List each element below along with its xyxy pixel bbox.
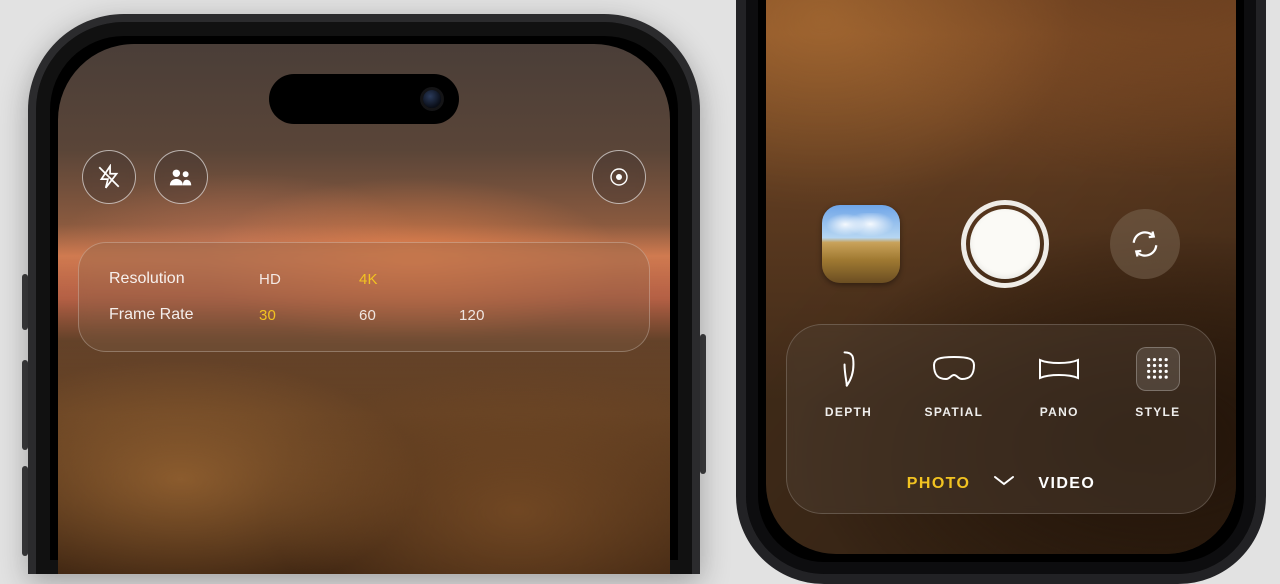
resolution-option-4k[interactable]: 4K <box>359 271 459 288</box>
mode-label: STYLE <box>1135 405 1180 419</box>
mode-style[interactable]: STYLE <box>1135 347 1180 419</box>
shutter-button[interactable] <box>961 200 1049 288</box>
framerate-label: Frame Rate <box>109 306 259 324</box>
resolution-label: Resolution <box>109 270 259 288</box>
mode-label: DEPTH <box>825 405 872 419</box>
capture-mode-video[interactable]: VIDEO <box>1038 475 1095 493</box>
mode-depth[interactable]: DEPTH <box>822 347 876 419</box>
depth-icon <box>822 347 876 391</box>
mode-label: PANO <box>1040 405 1079 419</box>
phone-frame-left: Resolution HD 4K Frame Rate 30 60 120 <box>28 14 700 574</box>
camera-viewfinder: Resolution HD 4K Frame Rate 30 60 120 <box>58 44 670 574</box>
shutter-inner <box>970 209 1040 279</box>
framerate-option-60[interactable]: 60 <box>359 307 459 324</box>
camera-viewfinder: DEPTH SPATIAL <box>766 0 1236 554</box>
pano-icon <box>1032 347 1086 391</box>
target-icon <box>607 165 631 189</box>
phone-frame-right: DEPTH SPATIAL <box>736 0 1276 584</box>
filters-toggle[interactable] <box>592 150 646 204</box>
front-camera-icon <box>423 90 441 108</box>
side-button <box>700 334 706 474</box>
video-settings-panel: Resolution HD 4K Frame Rate 30 60 120 <box>78 242 650 352</box>
camera-flip-icon <box>1130 229 1160 259</box>
style-icon <box>1136 347 1180 391</box>
gallery-thumbnail[interactable] <box>822 205 900 283</box>
framerate-option-30[interactable]: 30 <box>259 307 359 324</box>
mode-pano[interactable]: PANO <box>1032 347 1086 419</box>
people-toggle[interactable] <box>154 150 208 204</box>
chevron-down-icon <box>992 474 1016 493</box>
capture-mode-photo[interactable]: PHOTO <box>907 475 971 493</box>
spatial-icon <box>927 347 981 391</box>
camera-flip-button[interactable] <box>1110 209 1180 279</box>
resolution-option-hd[interactable]: HD <box>259 271 359 288</box>
mode-spatial[interactable]: SPATIAL <box>925 347 984 419</box>
flash-toggle[interactable] <box>82 150 136 204</box>
mode-panel: DEPTH SPATIAL <box>786 324 1216 514</box>
framerate-option-120[interactable]: 120 <box>459 307 559 324</box>
mode-label: SPATIAL <box>925 405 984 419</box>
flash-off-icon <box>96 164 122 190</box>
people-icon <box>168 167 194 187</box>
dynamic-island <box>269 74 459 124</box>
